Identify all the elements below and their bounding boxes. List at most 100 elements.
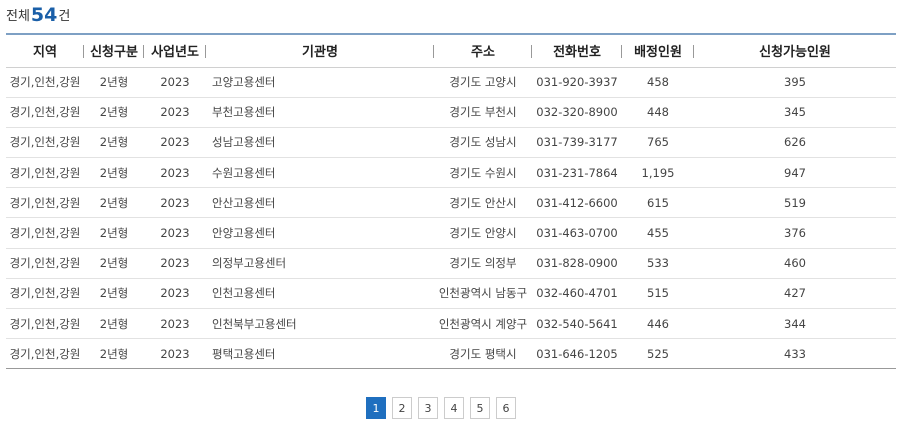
assigned-cell: 448 [647,105,669,120]
table-row: 경기,인천,강원 2년형 2023 안양고용센터 경기도 안양시 031-463-0700… [6,218,896,249]
phone-cell: 031-920-3937 [536,75,618,90]
region-cell: 경기,인천,강원 [9,105,81,120]
institution-cell: 성남고용센터 [212,135,276,150]
phone-cell: 031-231-7864 [536,165,618,180]
assigned-cell: 458 [647,75,669,90]
total-number: 54 [30,4,58,26]
type-cell: 2년형 [99,256,129,271]
table-row: 경기,인천,강원 2년형 2023 수원고용센터 경기도 수원시 031-231-7864… [6,158,896,188]
available-cell: 345 [784,105,806,120]
assigned-cell: 455 [647,226,669,241]
assigned-cell: 615 [647,195,669,210]
column-header-region: 지역 [6,34,84,67]
table-row: 경기,인천,강원 2년형 2023 인천북부고용센터 인천광역시 계양구 032-540-… [6,309,896,339]
address-cell: 경기도 안양시 [449,226,517,241]
total-suffix: 건 [58,9,71,24]
results-table: 지역 신청구분 사업년도 기관명 주소 전화번호 배정인원 신청가능인원 경기,… [6,33,896,369]
phone-cell: 031-828-0900 [536,256,618,271]
address-cell: 인천광역시 계양구 [438,316,528,331]
type-cell: 2년형 [99,105,129,120]
table-body: 경기,인천,강원 2년형 2023 고양고용센터 경기도 고양시 031-920-3937… [6,67,896,369]
region-cell: 경기,인천,강원 [9,286,81,301]
column-header-assigned: 배정인원 [622,34,694,67]
institution-cell: 수원고용센터 [212,165,276,180]
year-cell: 2023 [160,75,190,90]
institution-cell: 부천고용센터 [212,105,276,120]
available-cell: 626 [784,135,806,150]
available-cell: 433 [784,346,806,361]
year-cell: 2023 [160,165,190,180]
available-cell: 376 [784,226,806,241]
region-cell: 경기,인천,강원 [9,346,81,361]
region-cell: 경기,인천,강원 [9,165,81,180]
page-button-1[interactable]: 1 [366,397,386,419]
page: 전체54건 지역 신청구분 사업년도 기관명 주소 전화번호 배정인원 신청가능… [0,0,900,446]
region-cell: 경기,인천,강원 [9,256,81,271]
assigned-cell: 446 [647,316,669,331]
assigned-cell: 525 [647,346,669,361]
page-button-4[interactable]: 4 [444,397,464,419]
pagination: 123456 [366,397,516,419]
type-cell: 2년형 [99,135,129,150]
phone-cell: 032-540-5641 [536,316,618,331]
address-cell: 경기도 평택시 [449,346,517,361]
table-row: 경기,인천,강원 2년형 2023 인천고용센터 인천광역시 남동구 032-460-47… [6,278,896,309]
year-cell: 2023 [160,105,190,120]
address-cell: 경기도 수원시 [449,165,517,180]
address-cell: 경기도 성남시 [449,135,517,150]
type-cell: 2년형 [99,75,129,90]
column-header-institution: 기관명 [206,34,434,67]
address-cell: 인천광역시 남동구 [438,286,528,301]
total-count: 전체54건 [6,4,70,28]
table-row: 경기,인천,강원 2년형 2023 평택고용센터 경기도 평택시 031-646-1205… [6,339,896,369]
type-cell: 2년형 [99,195,129,210]
institution-cell: 고양고용센터 [212,75,276,90]
region-cell: 경기,인천,강원 [9,135,81,150]
type-cell: 2년형 [99,286,129,301]
page-button-5[interactable]: 5 [470,397,490,419]
phone-cell: 031-463-0700 [536,226,618,241]
available-cell: 427 [784,286,806,301]
column-header-available: 신청가능인원 [759,45,831,61]
year-cell: 2023 [160,226,190,241]
institution-cell: 안양고용센터 [212,226,276,241]
column-header-type: 신청구분 [84,34,144,67]
column-header-year: 사업년도 [144,34,206,67]
assigned-cell: 515 [647,286,669,301]
year-cell: 2023 [160,346,190,361]
phone-cell: 031-412-6600 [536,195,618,210]
institution-cell: 인천고용센터 [212,286,276,301]
type-cell: 2년형 [99,165,129,180]
available-cell: 947 [784,165,806,180]
type-cell: 2년형 [99,316,129,331]
year-cell: 2023 [160,256,190,271]
region-cell: 경기,인천,강원 [9,316,81,331]
page-button-2[interactable]: 2 [392,397,412,419]
year-cell: 2023 [160,135,190,150]
region-cell: 경기,인천,강원 [9,75,81,90]
address-cell: 경기도 부천시 [449,105,517,120]
phone-cell: 032-460-4701 [536,286,618,301]
year-cell: 2023 [160,316,190,331]
table-row: 경기,인천,강원 2년형 2023 고양고용센터 경기도 고양시 031-920-3937… [6,67,896,98]
available-cell: 460 [784,256,806,271]
assigned-cell: 533 [647,256,669,271]
address-cell: 경기도 의정부 [449,256,517,271]
available-cell: 344 [784,316,806,331]
column-header-phone: 전화번호 [532,34,622,67]
address-cell: 경기도 고양시 [449,75,517,90]
region-cell: 경기,인천,강원 [9,195,81,210]
page-button-3[interactable]: 3 [418,397,438,419]
page-button-6[interactable]: 6 [496,397,516,419]
column-header-address: 주소 [434,34,532,67]
phone-cell: 031-646-1205 [536,346,618,361]
institution-cell: 평택고용센터 [212,346,276,361]
total-prefix: 전체 [6,9,30,24]
table-row: 경기,인천,강원 2년형 2023 의정부고용센터 경기도 의정부 031-828-090… [6,248,896,279]
available-cell: 519 [784,195,806,210]
type-cell: 2년형 [99,226,129,241]
institution-cell: 인천북부고용센터 [212,316,297,331]
table-row: 경기,인천,강원 2년형 2023 안산고용센터 경기도 안산시 031-412-6600… [6,188,896,218]
region-cell: 경기,인천,강원 [9,226,81,241]
assigned-cell: 1,195 [641,165,675,180]
